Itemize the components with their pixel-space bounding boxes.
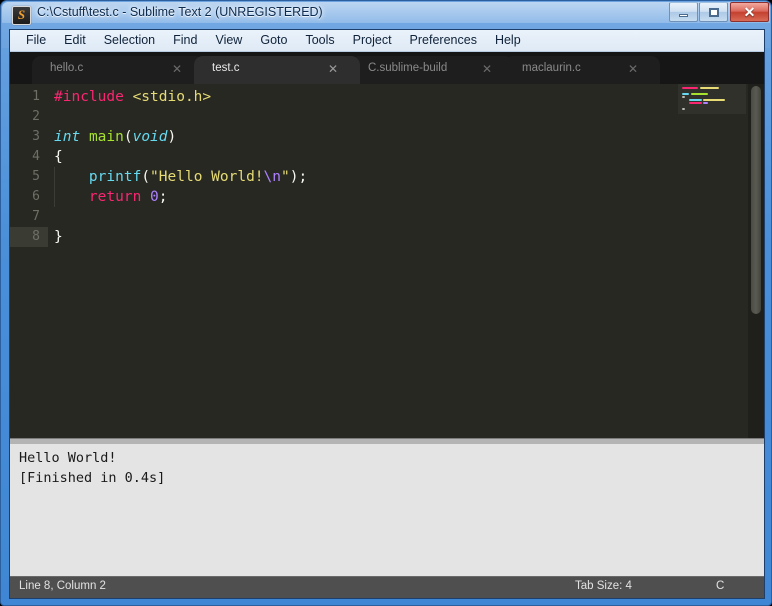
tab-close-icon[interactable]: ✕ bbox=[628, 62, 638, 76]
tab-maclaurin-c[interactable]: maclaurin.c ✕ bbox=[504, 56, 660, 84]
minimap-line-segment bbox=[689, 102, 702, 104]
app-icon-letter: S bbox=[17, 7, 26, 22]
minimap-line-segment bbox=[682, 87, 698, 89]
editor-scrollbar-thumb[interactable] bbox=[751, 86, 761, 314]
menu-item-project[interactable]: Project bbox=[344, 31, 401, 50]
menu-item-selection[interactable]: Selection bbox=[95, 31, 164, 50]
code-token-pre: #include bbox=[54, 89, 124, 105]
code-token-type: void bbox=[132, 129, 168, 145]
maximize-restore-button[interactable] bbox=[699, 2, 728, 22]
tab-bar: hello.c ✕ test.c ✕ C.sublime-build ✕ maclaurin… bbox=[10, 52, 764, 84]
application-window: S C:\Cstuff\test.c - Sublime Text 2 (UNR… bbox=[0, 0, 772, 606]
code-line[interactable]: #include <stdio.h> bbox=[54, 87, 211, 107]
code-line[interactable]: int main(void) bbox=[54, 127, 176, 147]
minimap-line-segment bbox=[689, 99, 702, 101]
code-token-call: printf bbox=[88, 169, 142, 185]
menu-item-goto[interactable]: Goto bbox=[251, 31, 296, 50]
tab-label: maclaurin.c bbox=[522, 62, 581, 74]
code-token-punct bbox=[54, 189, 89, 205]
tab-test-c[interactable]: test.c ✕ bbox=[194, 56, 360, 84]
cursor-position-status[interactable]: Line 8, Column 2 bbox=[19, 580, 106, 592]
code-token-punct: ); bbox=[289, 169, 308, 185]
code-token-punct bbox=[124, 89, 133, 105]
menu-item-edit[interactable]: Edit bbox=[55, 31, 95, 50]
client-area: File Edit Selection Find View Goto Tools Projec… bbox=[9, 29, 765, 599]
minimize-button[interactable] bbox=[669, 2, 698, 22]
line-number: 8 bbox=[10, 227, 48, 247]
minimap-line-segment bbox=[703, 102, 708, 104]
title-bar[interactable]: S C:\Cstuff\test.c - Sublime Text 2 (UNR… bbox=[1, 1, 771, 29]
minimize-icon bbox=[670, 3, 697, 21]
code-token-fn: main bbox=[88, 129, 124, 145]
code-token-inc: <stdio.h> bbox=[132, 89, 212, 105]
line-number: 4 bbox=[32, 149, 40, 164]
code-line[interactable]: printf("Hello World!\n"); bbox=[54, 167, 307, 187]
close-button[interactable]: ✕ bbox=[730, 2, 769, 22]
code-line[interactable]: } bbox=[54, 227, 63, 247]
minimap-line-segment bbox=[682, 108, 685, 110]
code-token-punct: ( bbox=[123, 129, 133, 145]
indent-guide bbox=[54, 167, 55, 207]
status-bar: Line 8, Column 2 Tab Size: 4 C bbox=[10, 576, 764, 598]
code-token-esc: \n bbox=[263, 169, 282, 185]
minimap-line-segment bbox=[682, 93, 689, 95]
line-number: 2 bbox=[32, 109, 40, 124]
code-token-punct bbox=[80, 129, 89, 145]
menu-item-tools[interactable]: Tools bbox=[296, 31, 343, 50]
code-token-punct: { bbox=[54, 149, 63, 165]
minimap-line-segment bbox=[691, 93, 708, 95]
code-token-punct: ) bbox=[167, 129, 177, 145]
sublime-text-app-icon: S bbox=[12, 6, 31, 25]
menu-bar: File Edit Selection Find View Goto Tools Projec… bbox=[10, 30, 764, 52]
menu-item-view[interactable]: View bbox=[206, 31, 251, 50]
tab-label: test.c bbox=[212, 62, 240, 74]
code-token-str: " bbox=[281, 169, 290, 185]
minimap[interactable] bbox=[678, 84, 746, 438]
code-token-type: int bbox=[54, 129, 81, 145]
code-content[interactable]: #include <stdio.h> int main(void){ printf… bbox=[54, 84, 674, 438]
code-token-punct: ( bbox=[141, 169, 151, 185]
code-token-punct: ; bbox=[158, 189, 168, 205]
close-icon: ✕ bbox=[731, 3, 768, 21]
line-number: 6 bbox=[32, 189, 40, 204]
menu-item-help[interactable]: Help bbox=[486, 31, 530, 50]
window-title: C:\Cstuff\test.c - Sublime Text 2 (UNREG… bbox=[37, 5, 323, 19]
line-number: 1 bbox=[32, 89, 40, 104]
line-number-gutter: 1 2 3 4 5 6 7 8 bbox=[10, 84, 48, 438]
tab-size-status[interactable]: Tab Size: 4 bbox=[575, 580, 632, 592]
editor-scrollbar-track[interactable] bbox=[748, 84, 764, 438]
code-token-kw: return bbox=[88, 189, 142, 205]
code-token-str: "Hello World! bbox=[150, 169, 264, 185]
close-glyph: ✕ bbox=[743, 4, 756, 20]
menu-item-find[interactable]: Find bbox=[164, 31, 206, 50]
maximize-icon bbox=[700, 3, 727, 21]
code-editor[interactable]: 12345678 #include <stdio.h> int main(void… bbox=[10, 84, 764, 438]
minimap-line-segment bbox=[682, 96, 685, 98]
output-line: Hello World! bbox=[19, 450, 117, 466]
tab-c-sublime-build[interactable]: C.sublime-build ✕ bbox=[350, 56, 514, 84]
code-token-num: 0 bbox=[150, 189, 159, 205]
menu-item-file[interactable]: File bbox=[17, 31, 55, 50]
syntax-mode-status[interactable]: C bbox=[716, 580, 724, 592]
menu-item-preferences[interactable]: Preferences bbox=[401, 31, 486, 50]
code-token-punct: } bbox=[54, 229, 63, 245]
minimap-line-segment bbox=[703, 99, 725, 101]
minimap-line-segment bbox=[700, 87, 719, 89]
line-number: 5 bbox=[32, 169, 40, 184]
tab-close-icon[interactable]: ✕ bbox=[328, 62, 338, 76]
tab-close-icon[interactable]: ✕ bbox=[482, 62, 492, 76]
line-number: 3 bbox=[32, 129, 40, 144]
code-token-punct bbox=[141, 189, 150, 205]
build-output-panel[interactable]: Hello World! [Finished in 0.4s] bbox=[10, 444, 764, 598]
code-line[interactable]: return 0; bbox=[54, 187, 168, 207]
code-token-punct bbox=[54, 169, 89, 185]
tab-hello-c[interactable]: hello.c ✕ bbox=[32, 56, 204, 84]
tab-label: C.sublime-build bbox=[368, 62, 448, 74]
output-line: [Finished in 0.4s] bbox=[19, 470, 166, 486]
tab-label: hello.c bbox=[50, 62, 84, 74]
tab-close-icon[interactable]: ✕ bbox=[172, 62, 182, 76]
code-line[interactable]: { bbox=[54, 147, 63, 167]
line-number: 7 bbox=[32, 209, 40, 224]
